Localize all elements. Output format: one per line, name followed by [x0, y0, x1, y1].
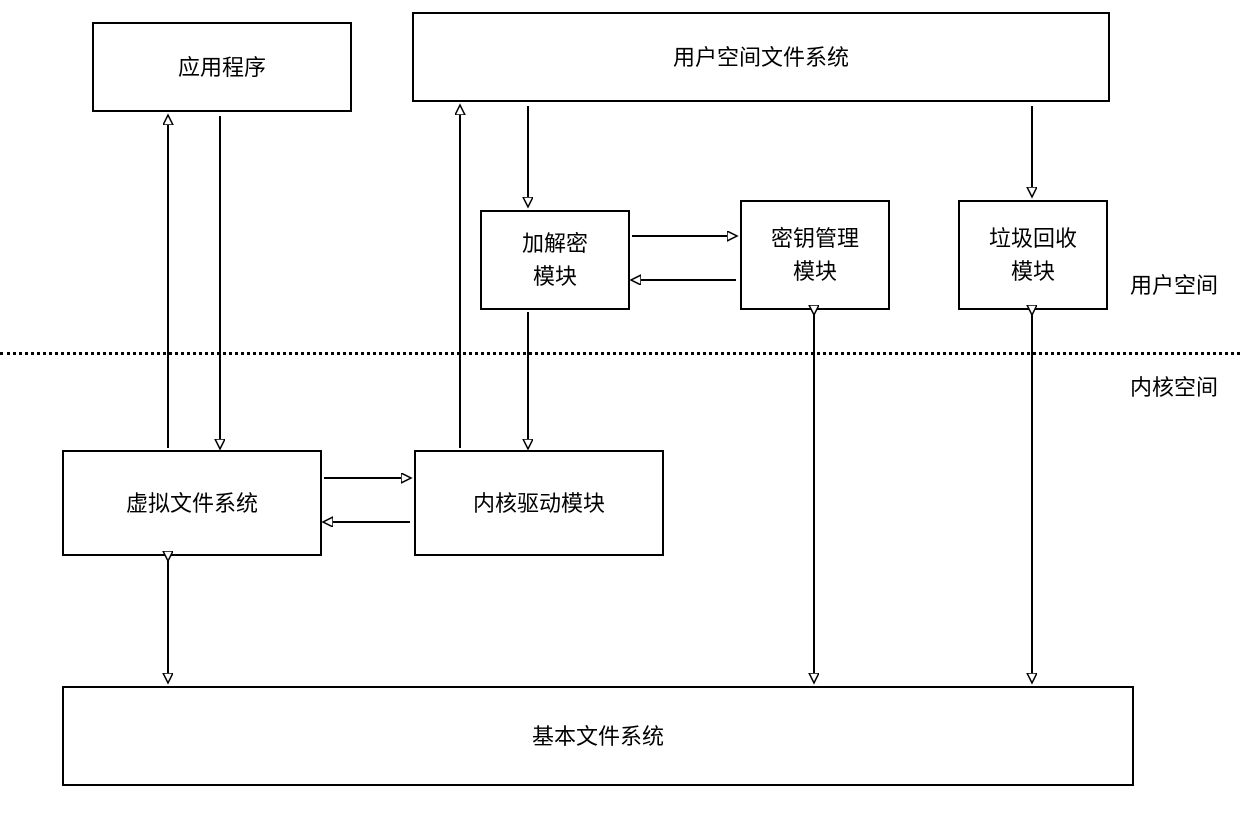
- box-vfs-label: 虚拟文件系统: [126, 487, 258, 520]
- label-kernelspace: 内核空间: [1130, 370, 1218, 402]
- box-gc: 垃圾回收 模块: [958, 200, 1108, 310]
- label-userspace: 用户空间: [1130, 268, 1218, 300]
- divider: [0, 352, 1240, 355]
- box-app: 应用程序: [92, 22, 352, 112]
- box-userfs-label: 用户空间文件系统: [673, 41, 849, 74]
- box-gc-label: 垃圾回收 模块: [989, 222, 1077, 288]
- box-userfs: 用户空间文件系统: [412, 12, 1110, 102]
- box-keymgr: 密钥管理 模块: [740, 200, 890, 310]
- box-kdrv-label: 内核驱动模块: [473, 487, 605, 520]
- box-keymgr-label: 密钥管理 模块: [771, 222, 859, 288]
- box-kdrv: 内核驱动模块: [414, 450, 664, 556]
- box-app-label: 应用程序: [178, 51, 266, 84]
- box-vfs: 虚拟文件系统: [62, 450, 322, 556]
- box-basefs-label: 基本文件系统: [532, 720, 664, 753]
- box-crypto-label: 加解密 模块: [522, 227, 588, 293]
- box-crypto: 加解密 模块: [480, 210, 630, 310]
- box-basefs: 基本文件系统: [62, 686, 1134, 786]
